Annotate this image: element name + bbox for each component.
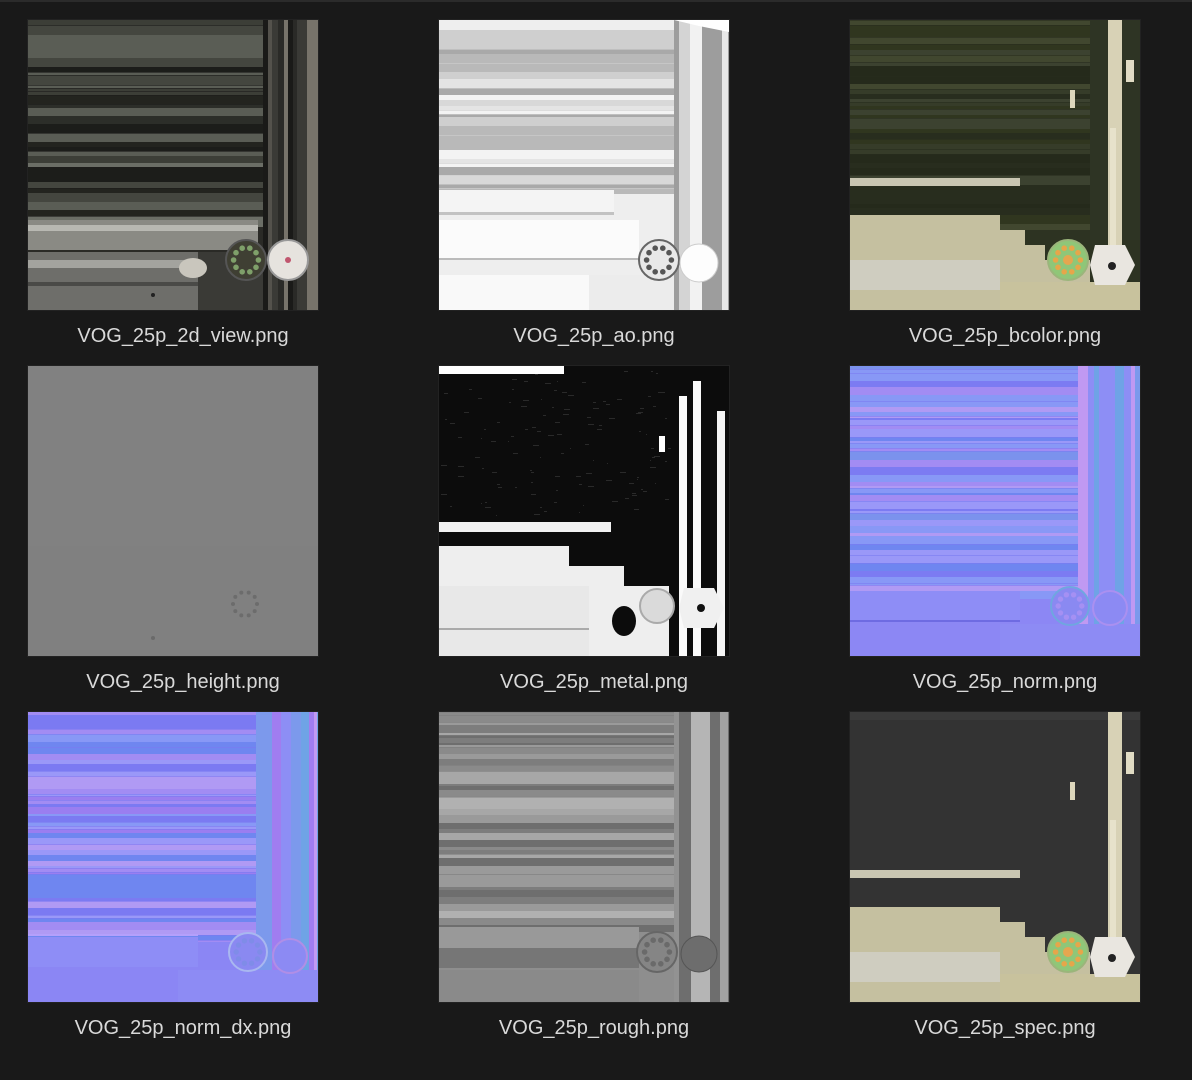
file-item[interactable]: VOG_25p_metal.png [429, 366, 759, 701]
file-name-label: VOG_25p_spec.png [914, 1017, 1096, 1039]
file-name-label: VOG_25p_norm_dx.png [74, 1017, 292, 1039]
file-item[interactable]: VOG_25p_2d_view.png [18, 20, 348, 355]
file-item[interactable]: VOG_25p_ao.png [429, 20, 759, 355]
file-item[interactable]: VOG_25p_height.png [18, 366, 348, 701]
file-item[interactable]: VOG_25p_norm.png [840, 366, 1170, 701]
file-name-label: VOG_25p_height.png [86, 671, 280, 693]
file-name-label: VOG_25p_metal.png [500, 671, 688, 693]
texture-metal-thumbnail [439, 366, 729, 656]
texture-2d-view-thumbnail [28, 20, 318, 310]
texture-rough-thumbnail [439, 712, 729, 1002]
texture-norm-thumbnail [850, 366, 1140, 656]
file-name-label: VOG_25p_norm.png [912, 671, 1098, 693]
file-item[interactable]: VOG_25p_spec.png [840, 712, 1170, 1047]
file-item[interactable]: VOG_25p_norm_dx.png [18, 712, 348, 1047]
file-item[interactable]: VOG_25p_rough.png [429, 712, 759, 1047]
file-item[interactable]: VOG_25p_bcolor.png [840, 20, 1170, 355]
file-name-label: VOG_25p_ao.png [513, 325, 675, 347]
texture-ao-thumbnail [439, 20, 729, 310]
texture-spec-thumbnail [850, 712, 1140, 1002]
file-name-label: VOG_25p_2d_view.png [77, 325, 289, 347]
texture-bcolor-thumbnail [850, 20, 1140, 310]
file-name-label: VOG_25p_bcolor.png [908, 325, 1102, 347]
file-thumbnail-grid: VOG_25p_2d_view.png VOG_25p_ao.png VOG_2… [0, 0, 1192, 1080]
file-name-label: VOG_25p_rough.png [498, 1017, 690, 1039]
texture-norm-dx-thumbnail [28, 712, 318, 1002]
texture-height-thumbnail [28, 366, 318, 656]
